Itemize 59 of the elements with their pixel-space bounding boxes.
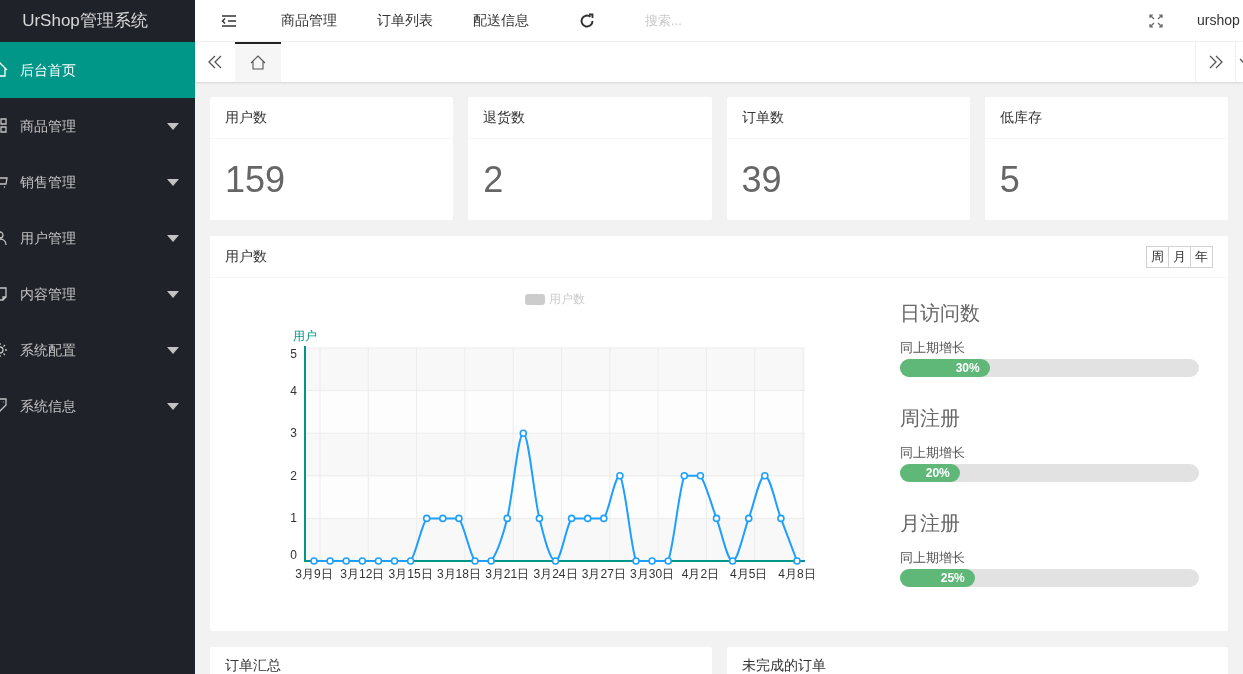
progress-fill: 20% xyxy=(900,464,960,482)
stat-value: 2 xyxy=(483,157,504,202)
x-tick-label: 3月15日 xyxy=(388,567,433,581)
y-axis-title: 用户 xyxy=(293,329,317,343)
x-tick-label: 4月8日 xyxy=(778,567,816,581)
metric-caption: 同上期增长 xyxy=(900,340,966,356)
y-tick-label: 0 xyxy=(290,548,297,562)
y-tick-label: 4 xyxy=(290,383,297,398)
sidebar-item[interactable]: 后台首页 xyxy=(0,42,195,98)
card-title: 未完成的订单 xyxy=(741,657,826,673)
sidebar-item[interactable]: 内容管理 xyxy=(0,266,195,322)
stat-title: 订单数 xyxy=(741,108,784,127)
period-tab[interactable]: 年 xyxy=(1190,245,1213,268)
y-tick-label: 1 xyxy=(290,511,297,526)
metric-title: 周注册 xyxy=(900,406,961,431)
fullscreen-icon[interactable] xyxy=(1149,13,1163,28)
sidebar-item[interactable]: 销售管理 xyxy=(0,154,195,210)
card-title: 用户数 xyxy=(225,247,267,266)
stat-title: 低库存 xyxy=(999,108,1042,127)
progress-fill: 25% xyxy=(900,569,975,587)
stat-title: 用户数 xyxy=(225,108,267,127)
home-tab[interactable] xyxy=(235,42,281,82)
sidebar-item[interactable]: 用户管理 xyxy=(0,210,195,266)
refresh-icon[interactable] xyxy=(579,12,595,29)
nav-link[interactable]: 配送信息 xyxy=(453,10,549,31)
x-tick-label: 4月2日 xyxy=(681,567,720,581)
sidebar-item[interactable]: 系统配置 xyxy=(0,322,195,378)
user-name[interactable]: urshop xyxy=(1197,10,1243,31)
nav-link[interactable]: 商品管理 xyxy=(261,10,357,31)
metric-title: 日访问数 xyxy=(900,301,981,326)
menu-icon[interactable] xyxy=(221,13,237,28)
x-tick-label: 3月21日 xyxy=(485,567,530,581)
stat-value: 39 xyxy=(741,157,782,202)
stat-value: 159 xyxy=(225,157,286,202)
x-tick-label: 3月12日 xyxy=(340,567,385,581)
stat-value: 5 xyxy=(999,157,1020,202)
app-logo: UrShop管理系统 xyxy=(22,10,148,33)
sidebar-item[interactable]: 系统信息 xyxy=(0,378,195,434)
x-tick-label: 4月5日 xyxy=(730,567,768,581)
sidebar-item[interactable]: 商品管理 xyxy=(0,98,195,154)
card-title: 订单汇总 xyxy=(225,657,281,673)
x-tick-label: 3月9日 xyxy=(295,567,333,581)
x-tick-label: 3月18日 xyxy=(436,567,481,581)
metric-title: 月注册 xyxy=(900,511,961,536)
home-icon xyxy=(250,55,266,71)
x-tick-label: 3月27日 xyxy=(581,567,626,581)
stat-title: 退货数 xyxy=(483,108,526,127)
progress-fill: 30% xyxy=(900,359,990,377)
x-tick-label: 3月30日 xyxy=(630,567,675,581)
nav-link[interactable]: 订单列表 xyxy=(357,10,453,31)
period-tab[interactable]: 月 xyxy=(1168,245,1191,268)
y-tick-label: 5 xyxy=(290,347,297,361)
metric-caption: 同上期增长 xyxy=(900,550,966,566)
metric-caption: 同上期增长 xyxy=(900,445,966,461)
legend-swatch[interactable] xyxy=(525,294,545,305)
y-tick-label: 2 xyxy=(290,468,297,483)
period-tab[interactable]: 周 xyxy=(1146,245,1169,268)
y-tick-label: 3 xyxy=(290,426,297,441)
x-tick-label: 3月24日 xyxy=(533,567,578,581)
